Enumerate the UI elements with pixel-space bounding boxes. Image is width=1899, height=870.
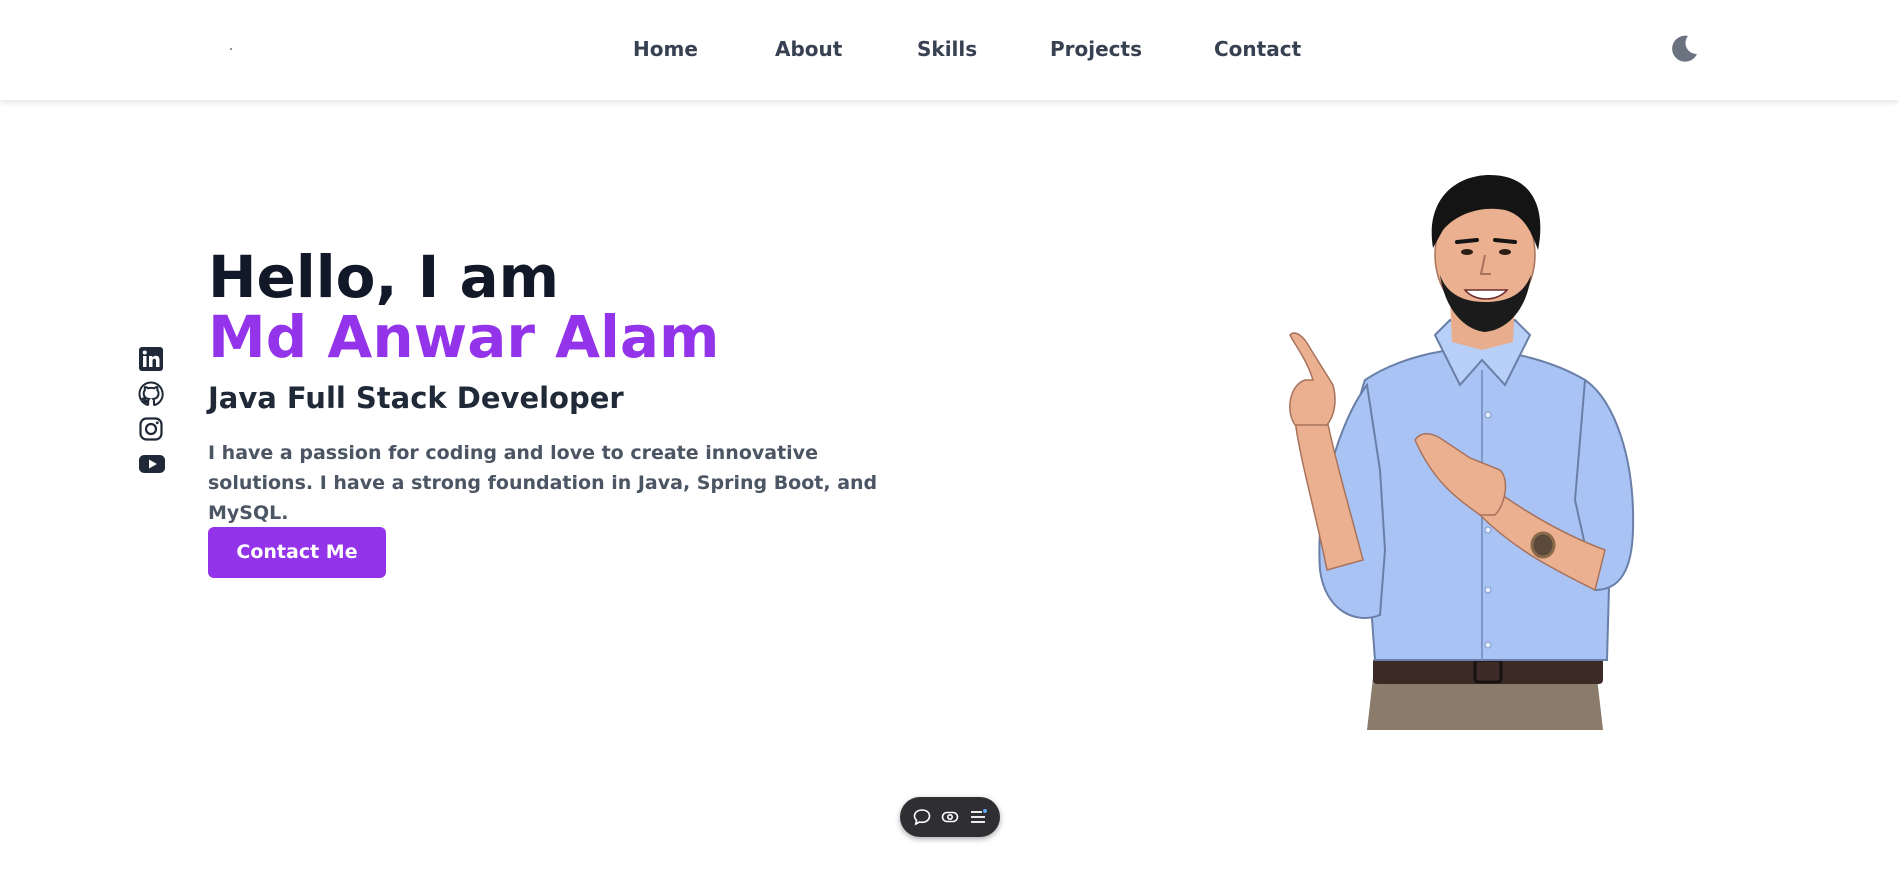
youtube-link[interactable] bbox=[138, 451, 166, 479]
nav-skills[interactable]: Skills bbox=[917, 34, 977, 64]
instagram-link[interactable] bbox=[138, 416, 166, 444]
nav-projects[interactable]: Projects bbox=[1050, 34, 1142, 64]
linkedin-icon bbox=[139, 347, 163, 371]
developer-illustration bbox=[1255, 170, 1685, 730]
menu-button[interactable] bbox=[968, 807, 988, 827]
page: Home About Skills Projects Contact Hello… bbox=[0, 0, 1899, 870]
theme-toggle-button[interactable] bbox=[1668, 32, 1700, 64]
comment-icon bbox=[913, 809, 931, 826]
hero-role: Java Full Stack Developer bbox=[208, 381, 624, 415]
menu-icon bbox=[971, 809, 987, 823]
preview-button[interactable] bbox=[940, 807, 960, 827]
site-header: Home About Skills Projects Contact bbox=[0, 0, 1899, 100]
instagram-icon bbox=[139, 417, 163, 441]
linkedin-link[interactable] bbox=[138, 346, 166, 374]
contact-me-button[interactable]: Contact Me bbox=[208, 527, 386, 578]
logo[interactable] bbox=[230, 48, 232, 50]
nav-home[interactable]: Home bbox=[633, 34, 698, 64]
moon-icon bbox=[1672, 35, 1697, 62]
comment-button[interactable] bbox=[912, 807, 932, 827]
hero-name: Md Anwar Alam bbox=[208, 303, 720, 371]
eye-icon bbox=[941, 811, 959, 823]
floating-toolbar bbox=[900, 797, 1000, 837]
nav-contact[interactable]: Contact bbox=[1214, 34, 1301, 64]
github-icon bbox=[138, 381, 164, 407]
hero-bio: I have a passion for coding and love to … bbox=[208, 442, 878, 524]
nav-about[interactable]: About bbox=[775, 34, 842, 64]
youtube-icon bbox=[139, 455, 165, 473]
github-link[interactable] bbox=[138, 381, 166, 409]
